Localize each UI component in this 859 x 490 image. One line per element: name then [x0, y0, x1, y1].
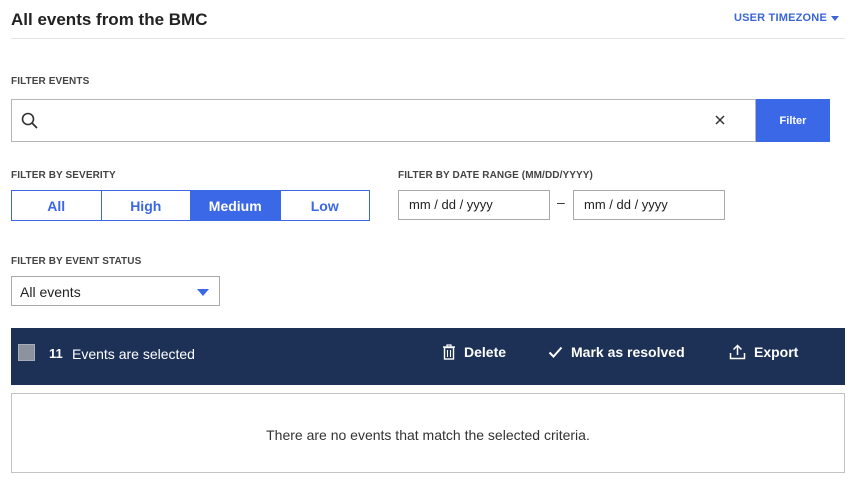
filter-by-severity-label: FILTER BY SEVERITY: [11, 170, 116, 181]
mark-as-resolved-label: Mark as resolved: [571, 344, 685, 360]
export-button[interactable]: Export: [729, 344, 798, 360]
page-title: All events from the BMC: [11, 10, 208, 29]
event-status-select[interactable]: All events: [11, 276, 220, 306]
search-icon: [21, 112, 38, 129]
caret-down-icon: [197, 289, 209, 296]
bulk-action-bar: 11 Events are selected Delete Mark as re…: [11, 328, 845, 385]
selected-count: 11: [49, 346, 63, 361]
header-divider: [11, 38, 845, 39]
severity-all-button[interactable]: All: [12, 191, 102, 220]
trash-icon: [443, 344, 455, 360]
filter-events-search-box[interactable]: [11, 99, 756, 142]
checkmark-icon: [548, 346, 563, 358]
filter-by-date-range-label: FILTER BY DATE RANGE (MM/DD/YYYY): [398, 170, 593, 181]
delete-label: Delete: [464, 344, 507, 360]
severity-button-group: All High Medium Low: [11, 190, 370, 221]
upload-icon: [729, 344, 746, 360]
events-results-panel: There are no events that match the selec…: [11, 393, 845, 473]
severity-medium-button[interactable]: Medium: [191, 191, 281, 220]
delete-button[interactable]: Delete: [442, 344, 506, 360]
close-icon[interactable]: [713, 113, 727, 127]
severity-low-button[interactable]: Low: [280, 191, 369, 220]
date-range-separator: –: [557, 194, 565, 210]
user-timezone-label: USER TIMEZONE: [733, 12, 827, 24]
filter-by-event-status-label: FILTER BY EVENT STATUS: [11, 256, 142, 267]
mark-as-resolved-button[interactable]: Mark as resolved: [548, 344, 685, 360]
export-label: Export: [754, 344, 799, 360]
end-date-input[interactable]: mm / dd / yyyy: [573, 190, 725, 220]
selected-text: Events are selected: [72, 346, 195, 362]
select-all-checkbox[interactable]: [18, 344, 35, 361]
empty-state-message: There are no events that match the selec…: [266, 427, 590, 443]
filter-button[interactable]: Filter: [756, 99, 830, 142]
start-date-input[interactable]: mm / dd / yyyy: [398, 190, 550, 220]
user-timezone-dropdown[interactable]: USER TIMEZONE: [734, 12, 839, 24]
event-status-value: All events: [20, 284, 81, 300]
caret-down-icon: [831, 16, 839, 21]
severity-high-button[interactable]: High: [101, 191, 191, 220]
filter-events-label: FILTER EVENTS: [11, 76, 90, 87]
filter-events-input[interactable]: [52, 106, 702, 136]
